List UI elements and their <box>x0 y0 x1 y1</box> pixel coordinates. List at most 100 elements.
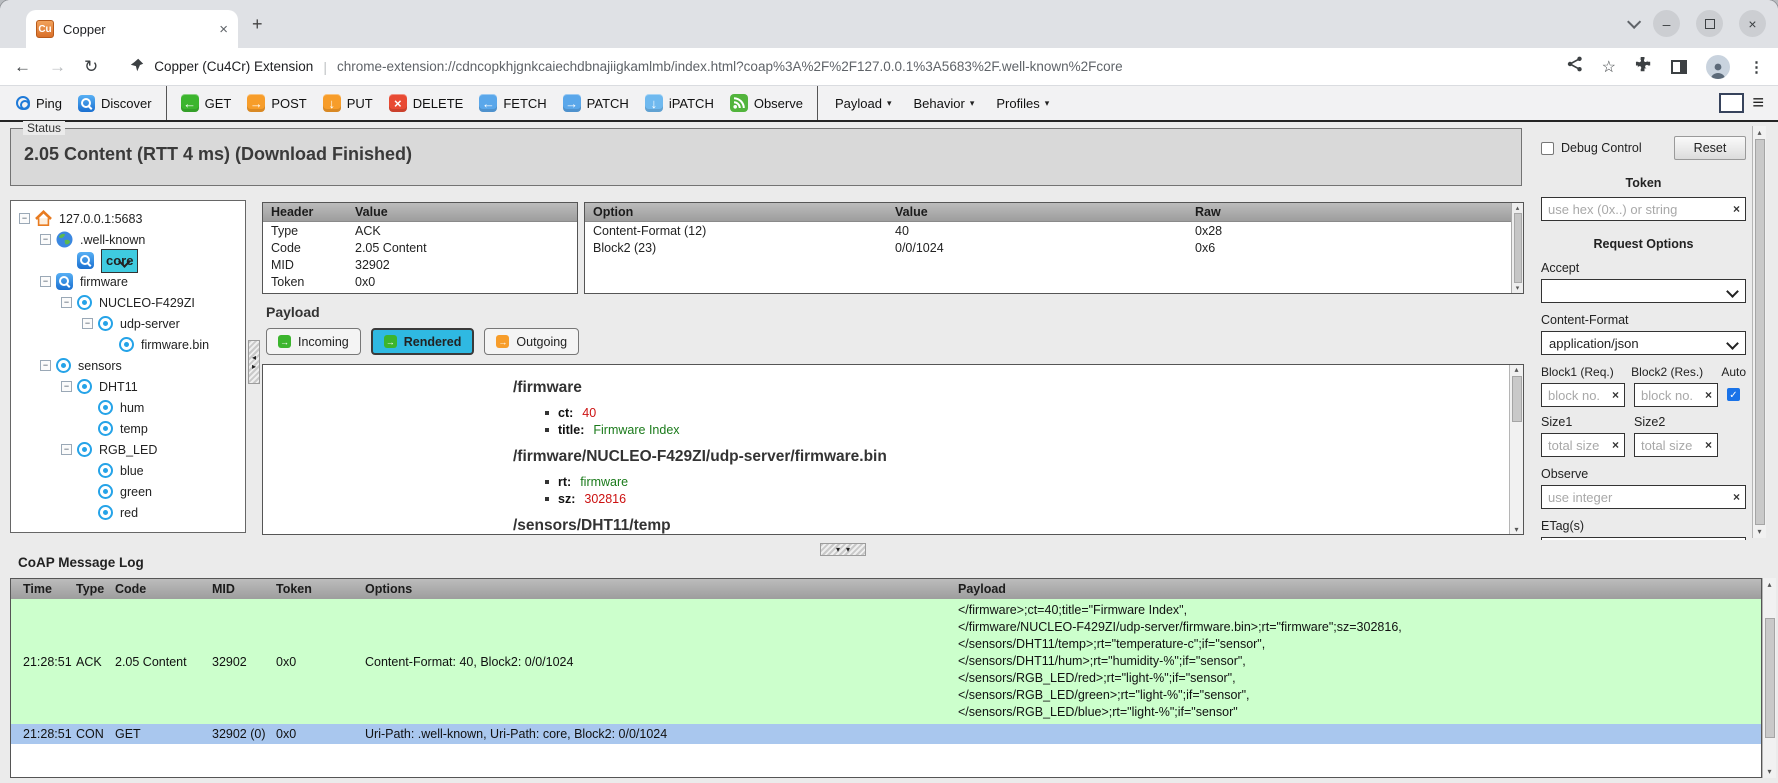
tree-node-green[interactable]: green <box>11 481 245 502</box>
new-tab-button[interactable]: + <box>252 14 263 35</box>
etag-input[interactable] <box>1541 537 1746 540</box>
auto-label: Auto <box>1721 365 1746 379</box>
clear-icon[interactable]: × <box>1705 388 1712 402</box>
scroll-up-icon[interactable]: ▴ <box>1767 580 1771 589</box>
observe-button[interactable]: Observe <box>722 88 811 118</box>
ping-button[interactable]: Ping <box>8 88 70 118</box>
tab-outgoing[interactable]: → Outgoing <box>484 328 580 355</box>
scrollbar-thumb[interactable] <box>1513 213 1522 283</box>
scroll-up-icon[interactable]: ▴ <box>1757 128 1761 137</box>
clear-icon[interactable]: × <box>1705 438 1712 452</box>
tree-node-sensors[interactable]: − sensors <box>11 355 245 376</box>
tab-search-chevron-icon[interactable] <box>1627 14 1642 29</box>
reload-icon[interactable]: ↻ <box>84 57 98 77</box>
scrollbar-thumb[interactable] <box>1764 618 1775 738</box>
scrollbar-thumb[interactable] <box>1754 139 1765 525</box>
collapse-icon[interactable]: − <box>19 213 30 224</box>
tree-node-rgb-led[interactable]: − RGB_LED <box>11 439 245 460</box>
log-row-request[interactable]: 21:28:51 CON GET 32902 (0) 0x0 Uri-Path:… <box>11 724 1761 744</box>
maximize-button[interactable] <box>1696 10 1723 37</box>
scroll-down-icon[interactable]: ▾ <box>1767 767 1771 776</box>
browser-menu-icon[interactable]: ⋮ <box>1749 58 1764 76</box>
log-scrollbar[interactable]: ▴ ▾ <box>1762 578 1776 778</box>
scrollbar-thumb[interactable] <box>1511 376 1522 422</box>
collapse-icon[interactable]: − <box>40 234 51 245</box>
clear-icon[interactable]: × <box>1612 388 1619 402</box>
put-button[interactable]: ↓ PUT <box>315 88 381 118</box>
tree-node-red[interactable]: red <box>11 502 245 523</box>
token-input[interactable] <box>1541 197 1746 221</box>
collapse-icon[interactable]: − <box>40 276 51 287</box>
option-name: Content-Format (12) <box>593 223 707 238</box>
tree-node-udp-server[interactable]: − udp-server <box>11 313 245 334</box>
collapse-icon[interactable]: − <box>40 360 51 371</box>
omnibox[interactable]: Copper (Cu4Cr) Extension | chrome-extens… <box>116 58 1552 75</box>
payload-scrollbar[interactable]: ▴ ▾ <box>1509 365 1523 534</box>
bookmark-star-icon[interactable]: ☆ <box>1602 57 1616 77</box>
observe-input[interactable] <box>1541 485 1746 509</box>
auto-checkbox[interactable]: ✓ <box>1727 388 1740 401</box>
toolbar-menu-icon[interactable]: ≡ <box>1752 93 1764 113</box>
clear-icon[interactable]: × <box>1612 438 1619 452</box>
collapse-icon[interactable]: − <box>61 381 72 392</box>
log-row-response[interactable]: 21:28:51 ACK 2.05 Content 32902 0x0 Cont… <box>11 599 1761 724</box>
behavior-menu-button[interactable]: Behavior ▾ <box>903 88 986 118</box>
accept-select[interactable] <box>1541 279 1746 303</box>
tree-node-hum[interactable]: hum <box>11 397 245 418</box>
clear-icon[interactable]: × <box>1733 490 1740 504</box>
side-panel-icon[interactable] <box>1671 59 1687 74</box>
sidebar-scrollbar[interactable]: ▴ ▾ <box>1752 126 1766 538</box>
options-scrollbar[interactable]: ▴ ▾ <box>1511 203 1523 293</box>
collapse-icon[interactable]: − <box>61 444 72 455</box>
delete-label: DELETE <box>412 95 464 111</box>
discover-magnifier-icon <box>78 94 96 112</box>
vertical-splitter-handle[interactable]: ◂ ▸ <box>248 340 260 384</box>
discover-button[interactable]: Discover <box>70 88 160 118</box>
share-icon[interactable] <box>1567 56 1583 77</box>
close-window-button[interactable]: × <box>1739 10 1766 37</box>
tab-close-icon[interactable]: × <box>219 21 228 38</box>
content-format-select[interactable]: application/json <box>1541 331 1746 355</box>
tree-node-label: .well-known <box>80 232 146 247</box>
profiles-menu-button[interactable]: Profiles ▾ <box>985 88 1060 118</box>
profile-avatar[interactable] <box>1706 54 1730 79</box>
tree-node-core[interactable]: core <box>11 248 245 273</box>
browser-tab[interactable]: Cu Copper × <box>26 10 238 48</box>
clear-icon[interactable]: × <box>1733 202 1740 216</box>
tree-node-well-known[interactable]: − .well-known <box>11 229 245 250</box>
extensions-puzzle-icon[interactable] <box>1635 56 1652 78</box>
tree-node-dht11[interactable]: − DHT11 <box>11 376 245 397</box>
scroll-down-icon[interactable]: ▾ <box>1757 527 1761 536</box>
patch-button[interactable]: → PATCH <box>555 88 637 118</box>
scroll-down-icon[interactable]: ▾ <box>1516 284 1520 292</box>
tree-node-temp[interactable]: temp <box>11 418 245 439</box>
collapse-icon[interactable]: − <box>61 297 72 308</box>
tree-node-firmware-bin[interactable]: firmware.bin <box>11 334 245 355</box>
minimize-button[interactable]: – <box>1653 10 1680 37</box>
payload-menu-button[interactable]: Payload ▾ <box>824 88 903 118</box>
tree-node-blue[interactable]: blue <box>11 460 245 481</box>
back-icon[interactable]: ← <box>14 57 31 77</box>
get-button[interactable]: ← GET <box>173 88 240 118</box>
header-value: ACK <box>355 223 381 238</box>
fetch-button[interactable]: ← FETCH <box>471 88 554 118</box>
collapse-icon[interactable]: − <box>82 318 93 329</box>
tree-node-nucleo[interactable]: − NUCLEO-F429ZI <box>11 292 245 313</box>
horizontal-splitter-handle[interactable]: ▾ ▾ <box>820 543 866 556</box>
tree-node-host[interactable]: − 127.0.0.1:5683 <box>11 208 245 229</box>
debug-control-checkbox[interactable] <box>1541 141 1554 155</box>
post-button[interactable]: → POST <box>239 88 314 118</box>
resource-icon <box>77 442 92 457</box>
tree-node-label: red <box>120 505 139 520</box>
tree-node-firmware[interactable]: − firmware <box>11 271 245 292</box>
tab-rendered[interactable]: → Rendered <box>370 328 475 355</box>
log-code: 2.05 Content <box>115 654 187 669</box>
scroll-down-icon[interactable]: ▾ <box>1514 525 1518 534</box>
ipatch-button[interactable]: ↓ iPATCH <box>637 88 722 118</box>
ipatch-label: iPATCH <box>668 95 714 111</box>
reset-button[interactable]: Reset <box>1674 136 1746 160</box>
tab-incoming[interactable]: → Incoming <box>266 328 361 355</box>
delete-button[interactable]: × DELETE <box>381 88 472 118</box>
scroll-up-icon[interactable]: ▴ <box>1514 365 1518 374</box>
scroll-up-icon[interactable]: ▴ <box>1516 204 1520 212</box>
